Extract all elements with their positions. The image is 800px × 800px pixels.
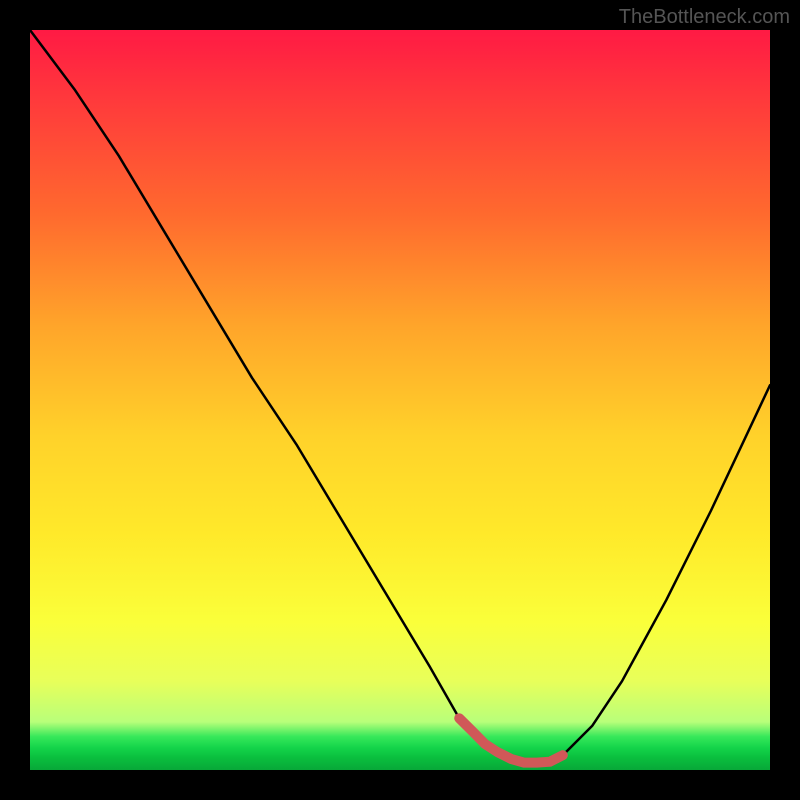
optimal-range-marker	[459, 718, 563, 762]
bottleneck-curve	[30, 30, 770, 763]
attribution-text: TheBottleneck.com	[619, 6, 790, 29]
chart-svg	[30, 30, 770, 770]
chart-plot-area	[30, 30, 770, 770]
